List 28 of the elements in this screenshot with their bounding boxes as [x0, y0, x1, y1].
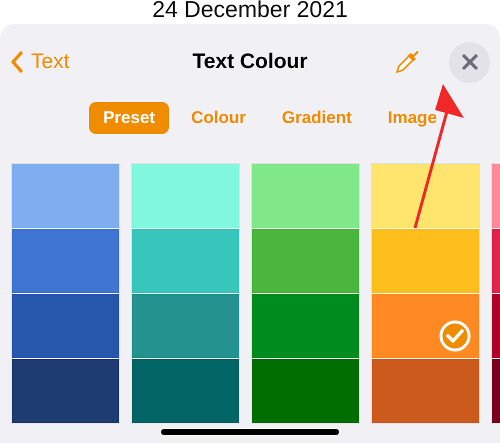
- close-icon: [462, 54, 478, 70]
- colour-swatch[interactable]: [12, 229, 119, 293]
- colour-swatch[interactable]: [252, 229, 359, 293]
- colour-swatch[interactable]: [132, 359, 239, 423]
- checkmark-icon: [439, 320, 471, 352]
- colour-swatch[interactable]: [252, 164, 359, 228]
- colour-swatch[interactable]: [372, 294, 479, 358]
- tab[interactable]: Preset: [89, 102, 170, 134]
- sheet-title: Text Colour: [192, 50, 308, 74]
- colour-swatch[interactable]: [372, 164, 479, 228]
- eyedropper-icon[interactable]: [393, 48, 421, 76]
- colour-swatch[interactable]: [132, 229, 239, 293]
- colour-swatch[interactable]: [252, 294, 359, 358]
- colour-swatch[interactable]: [372, 359, 479, 423]
- tab[interactable]: Image: [374, 102, 451, 134]
- tab[interactable]: Gradient: [268, 102, 366, 134]
- colour-swatch[interactable]: [252, 359, 359, 423]
- chevron-left-icon: [10, 51, 23, 73]
- colour-swatch[interactable]: [12, 359, 119, 423]
- colour-swatch[interactable]: [132, 294, 239, 358]
- colour-swatch[interactable]: [372, 229, 479, 293]
- tab[interactable]: Colour: [177, 102, 260, 134]
- back-button[interactable]: Text: [10, 50, 70, 74]
- colour-swatch[interactable]: [12, 164, 119, 228]
- colour-swatch[interactable]: [12, 294, 119, 358]
- date-text: 24 December 2021: [151, 0, 349, 24]
- colour-swatch[interactable]: [132, 164, 239, 228]
- close-button[interactable]: [449, 42, 490, 82]
